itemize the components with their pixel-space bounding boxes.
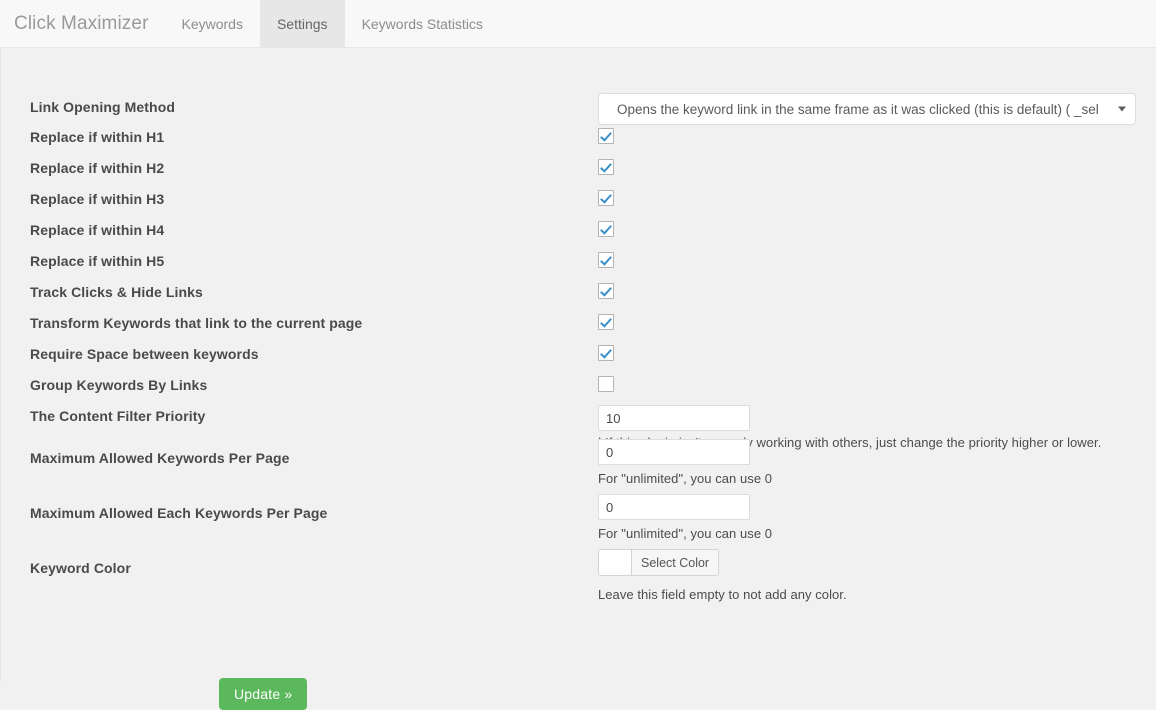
checkbox-replace-h1[interactable]	[598, 128, 614, 144]
control-track-clicks	[598, 283, 614, 299]
help-max-keywords-per-page: For "unlimited", you can use 0	[598, 471, 773, 486]
checkbox-replace-h3[interactable]	[598, 190, 614, 206]
checkbox-group-keywords[interactable]	[598, 376, 614, 392]
label-replace-h5: Replace if within H5	[30, 253, 165, 269]
update-button[interactable]: Update »	[219, 678, 308, 710]
tab-keywords-statistics[interactable]: Keywords Statistics	[345, 0, 500, 47]
label-require-space: Require Space between keywords	[30, 346, 259, 362]
tab-settings[interactable]: Settings	[259, 0, 345, 47]
label-max-keywords-per-page: Maximum Allowed Keywords Per Page	[30, 450, 290, 466]
control-group-keywords	[598, 376, 614, 392]
settings-page: Link Opening Method Opens the keyword li…	[0, 48, 1156, 710]
checkbox-replace-h4[interactable]	[598, 221, 614, 237]
label-replace-h1: Replace if within H1	[30, 129, 165, 145]
checkbox-replace-h5[interactable]	[598, 252, 614, 268]
label-replace-h3: Replace if within H3	[30, 191, 165, 207]
link-opening-method-select[interactable]: Opens the keyword link in the same frame…	[598, 93, 1136, 125]
app-brand-title: Click Maximizer	[14, 12, 149, 34]
nav-tab-list: Keywords Settings Keywords Statistics	[165, 0, 500, 47]
top-navbar: Click Maximizer Keywords Settings Keywor…	[0, 0, 1156, 48]
select-color-button[interactable]: Select Color	[632, 550, 719, 575]
content-filter-priority-input[interactable]	[598, 405, 750, 431]
control-replace-h3	[598, 190, 614, 206]
checkbox-transform-keywords[interactable]	[598, 314, 614, 330]
control-replace-h2	[598, 159, 614, 175]
checkbox-require-space[interactable]	[598, 345, 614, 361]
checkbox-track-clicks[interactable]	[598, 283, 614, 299]
max-each-keywords-per-page-input[interactable]	[598, 494, 750, 520]
control-max-each-keywords-per-page: For "unlimited", you can use 0	[598, 494, 772, 541]
help-max-each-keywords-per-page: For "unlimited", you can use 0	[598, 526, 773, 541]
tab-keywords[interactable]: Keywords	[165, 0, 260, 47]
control-max-keywords-per-page: For "unlimited", you can use 0	[598, 439, 772, 486]
control-replace-h1	[598, 128, 614, 144]
control-replace-h5	[598, 252, 614, 268]
keyword-color-picker[interactable]: Select Color	[598, 549, 720, 576]
chevron-down-icon	[1118, 106, 1126, 112]
link-opening-method-selected-value: Opens the keyword link in the same frame…	[617, 101, 1099, 117]
control-keyword-color: Select Color Leave this field empty to n…	[598, 549, 847, 602]
control-link-opening-method: Opens the keyword link in the same frame…	[598, 93, 1136, 125]
color-swatch[interactable]	[599, 550, 632, 575]
help-keyword-color: Leave this field empty to not add any co…	[598, 587, 847, 602]
label-track-clicks: Track Clicks & Hide Links	[30, 284, 203, 300]
label-replace-h2: Replace if within H2	[30, 160, 165, 176]
checkbox-replace-h2[interactable]	[598, 159, 614, 175]
label-keyword-color: Keyword Color	[30, 560, 131, 576]
control-replace-h4	[598, 221, 614, 237]
control-transform-keywords	[598, 314, 614, 330]
label-transform-keywords: Transform Keywords that link to the curr…	[30, 315, 363, 331]
label-replace-h4: Replace if within H4	[30, 222, 165, 238]
label-link-opening-method: Link Opening Method	[30, 99, 175, 115]
max-keywords-per-page-input[interactable]	[598, 439, 750, 465]
label-max-each-keywords-per-page: Maximum Allowed Each Keywords Per Page	[30, 505, 328, 521]
label-group-keywords: Group Keywords By Links	[30, 377, 208, 393]
label-content-filter-priority: The Content Filter Priority	[30, 408, 206, 424]
control-require-space	[598, 345, 614, 361]
